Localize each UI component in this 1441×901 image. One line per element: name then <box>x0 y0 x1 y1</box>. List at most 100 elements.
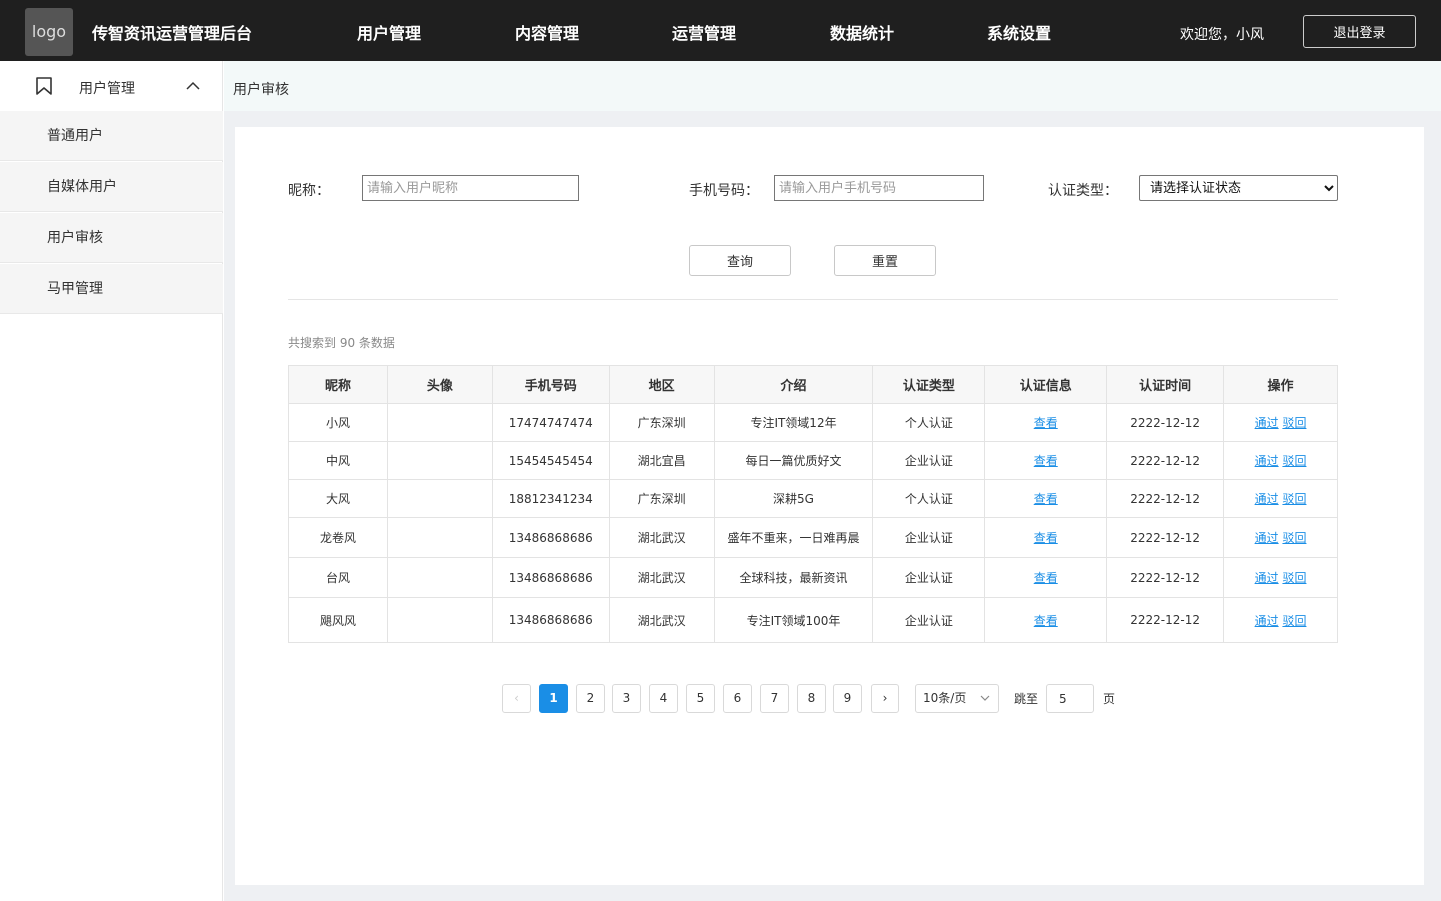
chevron-down-icon <box>980 695 990 701</box>
approve-link[interactable]: 通过 <box>1255 531 1279 545</box>
view-link[interactable]: 查看 <box>1034 614 1058 628</box>
jump-page-input[interactable] <box>1046 684 1094 713</box>
reset-button[interactable]: 重置 <box>834 245 936 276</box>
col-header-avatar: 头像 <box>386 365 493 404</box>
reject-link[interactable]: 驳回 <box>1282 571 1306 585</box>
cell-auth-info: 查看 <box>984 403 1108 442</box>
table-header-row: 昵称 头像 手机号码 地区 介绍 认证类型 认证信息 认证时间 操作 <box>288 365 1338 404</box>
approve-link[interactable]: 通过 <box>1255 614 1279 628</box>
cell-intro: 专注IT领域12年 <box>713 403 874 442</box>
view-link[interactable]: 查看 <box>1034 454 1058 468</box>
nav-operation-management[interactable]: 运营管理 <box>672 20 736 44</box>
reject-link[interactable]: 驳回 <box>1282 614 1306 628</box>
view-link[interactable]: 查看 <box>1034 416 1058 430</box>
cell-phone: 13486868686 <box>491 557 610 598</box>
nav-system-settings[interactable]: 系统设置 <box>987 20 1051 44</box>
page-button-2[interactable]: 2 <box>576 684 605 713</box>
approve-link[interactable]: 通过 <box>1255 492 1279 506</box>
cell-phone: 18812341234 <box>491 479 610 518</box>
breadcrumb: 用户审核 <box>233 82 289 98</box>
approve-link[interactable]: 通过 <box>1255 416 1279 430</box>
col-header-auth-type: 认证类型 <box>872 365 986 404</box>
page-button-8[interactable]: 8 <box>797 684 826 713</box>
cell-auth-time: 2222-12-12 <box>1106 441 1225 480</box>
logout-button[interactable]: 退出登录 <box>1303 15 1416 48</box>
cell-auth-time: 2222-12-12 <box>1106 597 1225 643</box>
cell-actions: 通过 驳回 <box>1223 597 1338 643</box>
cell-auth-info: 查看 <box>984 479 1108 518</box>
cell-avatar <box>386 479 493 518</box>
page-button-3[interactable]: 3 <box>612 684 641 713</box>
cell-nickname: 大风 <box>288 479 388 518</box>
next-page-button[interactable]: › <box>871 684 899 713</box>
view-link[interactable]: 查看 <box>1034 492 1058 506</box>
sidebar-item-sockpuppet[interactable]: 马甲管理 <box>0 264 223 314</box>
cell-intro: 盛年不重来，一日难再晨 <box>713 517 874 558</box>
col-header-auth-info: 认证信息 <box>984 365 1108 404</box>
cell-intro: 深耕5G <box>713 479 874 518</box>
cell-intro: 全球科技，最新资讯 <box>713 557 874 598</box>
page-button-1[interactable]: 1 <box>539 684 568 713</box>
page-button-4[interactable]: 4 <box>649 684 678 713</box>
reject-link[interactable]: 驳回 <box>1282 416 1306 430</box>
cell-auth-info: 查看 <box>984 597 1108 643</box>
table-row: 台风 13486868686 湖北武汉 全球科技，最新资讯 企业认证 查看 22… <box>288 557 1338 598</box>
sidebar-item-user-review[interactable]: 用户审核 <box>0 213 223 263</box>
auth-type-select[interactable]: 请选择认证状态 <box>1139 175 1338 201</box>
cell-actions: 通过 驳回 <box>1223 441 1338 480</box>
divider <box>288 299 1338 300</box>
cell-phone: 13486868686 <box>491 517 610 558</box>
bookmark-icon <box>36 77 52 95</box>
app-title: 传智资讯运营管理后台 <box>92 24 253 43</box>
cell-auth-info: 查看 <box>984 557 1108 598</box>
nav-content-management[interactable]: 内容管理 <box>515 20 579 44</box>
cell-avatar <box>386 441 493 480</box>
table-row: 龙卷风 13486868686 湖北武汉 盛年不重来，一日难再晨 企业认证 查看… <box>288 517 1338 558</box>
phone-label: 手机号码： <box>689 183 759 199</box>
top-navbar: logo 传智资讯运营管理后台 用户管理 内容管理 运营管理 数据统计 系统设置… <box>0 0 1441 61</box>
nickname-input[interactable] <box>362 175 579 201</box>
col-header-actions: 操作 <box>1223 365 1338 404</box>
view-link[interactable]: 查看 <box>1034 571 1058 585</box>
reject-link[interactable]: 驳回 <box>1282 531 1306 545</box>
cell-intro: 每日一篇优质好文 <box>713 441 874 480</box>
page-button-5[interactable]: 5 <box>686 684 715 713</box>
reject-link[interactable]: 驳回 <box>1282 454 1306 468</box>
cell-actions: 通过 驳回 <box>1223 557 1338 598</box>
view-link[interactable]: 查看 <box>1034 531 1058 545</box>
page-size-select[interactable]: 10条/页 <box>915 684 999 713</box>
col-header-phone: 手机号码 <box>491 365 610 404</box>
table-row: 飓风风 13486868686 湖北武汉 专注IT领域100年 企业认证 查看 … <box>288 597 1338 643</box>
cell-region: 湖北武汉 <box>608 557 715 598</box>
table-row: 大风 18812341234 广东深圳 深耕5G 个人认证 查看 2222-12… <box>288 479 1338 518</box>
cell-auth-type: 企业认证 <box>872 557 986 598</box>
cell-auth-type: 企业认证 <box>872 597 986 643</box>
approve-link[interactable]: 通过 <box>1255 571 1279 585</box>
cell-auth-time: 2222-12-12 <box>1106 479 1225 518</box>
page-button-6[interactable]: 6 <box>723 684 752 713</box>
chevron-up-icon[interactable] <box>186 81 200 91</box>
nav-user-management[interactable]: 用户管理 <box>357 20 421 44</box>
reject-link[interactable]: 驳回 <box>1282 492 1306 506</box>
cell-actions: 通过 驳回 <box>1223 479 1338 518</box>
page-button-7[interactable]: 7 <box>760 684 789 713</box>
cell-phone: 17474747474 <box>491 403 610 442</box>
nav-data-statistics[interactable]: 数据统计 <box>830 20 894 44</box>
sidebar-group-label: 用户管理 <box>79 81 135 97</box>
sidebar-group-user-management[interactable]: 用户管理 <box>0 61 223 111</box>
col-header-auth-time: 认证时间 <box>1106 365 1225 404</box>
cell-avatar <box>386 557 493 598</box>
sidebar: 用户管理 普通用户 自媒体用户 用户审核 马甲管理 <box>0 61 223 901</box>
prev-page-button[interactable]: ‹ <box>502 684 531 713</box>
cell-phone: 15454545454 <box>491 441 610 480</box>
sidebar-item-media-users[interactable]: 自媒体用户 <box>0 162 223 212</box>
phone-input[interactable] <box>774 175 984 201</box>
cell-auth-type: 企业认证 <box>872 441 986 480</box>
cell-auth-time: 2222-12-12 <box>1106 403 1225 442</box>
sidebar-item-normal-users[interactable]: 普通用户 <box>0 111 223 161</box>
page-button-9[interactable]: 9 <box>833 684 862 713</box>
search-button[interactable]: 查询 <box>689 245 791 276</box>
approve-link[interactable]: 通过 <box>1255 454 1279 468</box>
cell-intro: 专注IT领域100年 <box>713 597 874 643</box>
cell-region: 湖北武汉 <box>608 517 715 558</box>
